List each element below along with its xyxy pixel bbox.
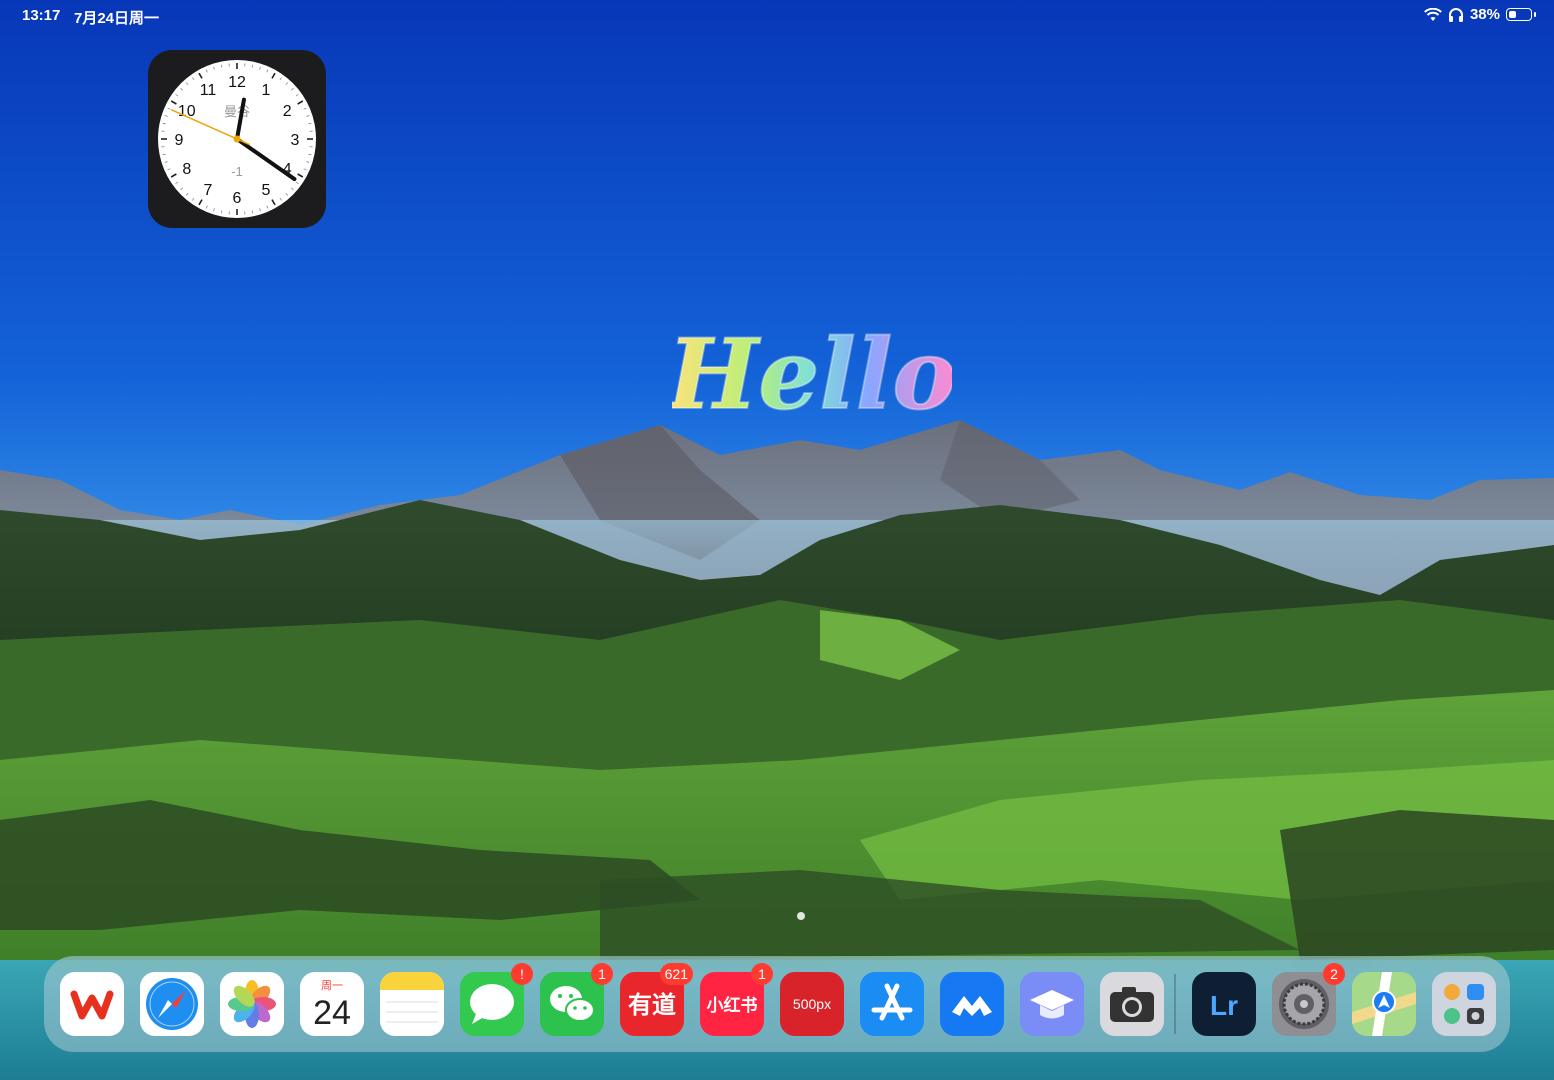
svg-text:500px: 500px (793, 996, 831, 1012)
clock-city: 曼谷 (224, 105, 250, 120)
svg-text:24: 24 (313, 994, 351, 1032)
dock-app-xiaohongshu[interactable]: 小红书 1 (700, 963, 773, 1036)
clock-number: 2 (283, 103, 292, 120)
clock-number: 1 (262, 82, 271, 99)
clock-number: 8 (182, 161, 191, 178)
clock-number: 7 (204, 182, 213, 199)
dock-app-wps[interactable] (60, 972, 124, 1036)
svg-text:周一: 周一 (321, 979, 343, 992)
notes-icon (380, 972, 444, 1036)
dock-app-500px[interactable]: 500px (780, 972, 844, 1036)
page-indicator[interactable] (797, 912, 805, 920)
dock-app-app-store[interactable] (860, 972, 924, 1036)
svg-text:Lr: Lr (1210, 990, 1238, 1021)
notification-badge: ! (511, 963, 533, 985)
dock-app-meeting[interactable] (940, 972, 1004, 1036)
notification-badge: 1 (751, 963, 773, 985)
calendar-icon: 周一 24 (300, 972, 364, 1036)
notification-badge: 621 (659, 963, 693, 985)
app-folder-icon (1432, 972, 1496, 1036)
notification-badge: 1 (591, 963, 613, 985)
status-bar: 13:17 7月24日周一 38% (0, 0, 1554, 32)
camera-icon (1100, 972, 1164, 1036)
clock-number: 6 (233, 190, 242, 207)
clock-number: 5 (262, 182, 271, 199)
clock-number: 12 (228, 74, 246, 91)
clock-face: 12 1234567891011 曼谷 -1 (158, 60, 316, 218)
svg-text:小红书: 小红书 (707, 995, 758, 1016)
dock-app-safari[interactable] (140, 972, 204, 1036)
dock-app-calendar[interactable]: 周一 24 (300, 972, 364, 1036)
lightroom-icon: Lr (1192, 972, 1256, 1036)
dock-app-camera[interactable] (1100, 972, 1164, 1036)
graduation-cap-icon (1020, 972, 1084, 1036)
headphones-icon (1448, 7, 1463, 22)
maps-icon (1352, 972, 1416, 1036)
safari-icon (140, 972, 204, 1036)
clock-offset: -1 (231, 164, 243, 179)
dock: 周一 24 ! 1 有道 621 小红书 1 500px Lr 2 (44, 956, 1510, 1052)
battery-icon (1506, 8, 1532, 21)
meeting-icon (940, 972, 1004, 1036)
dock-app-wechat[interactable]: 1 (540, 963, 613, 1036)
clock-widget[interactable]: 12 1 2 3 4 5 6 7 8 9 10 11 曼谷 -1 (148, 50, 326, 228)
photos-icon (220, 972, 284, 1036)
dock-app-lightroom[interactable]: Lr (1192, 972, 1256, 1036)
clock-number: 11 (200, 82, 217, 99)
dock-app-education[interactable] (1020, 972, 1084, 1036)
500px-icon: 500px (780, 972, 844, 1036)
notification-badge: 2 (1323, 963, 1345, 985)
dock-app-settings[interactable]: 2 (1272, 963, 1345, 1036)
status-time: 13:17 (22, 7, 61, 24)
dock-app-folder[interactable] (1432, 972, 1496, 1036)
clock-number: 3 (291, 132, 300, 149)
hello-artwork: Hello (672, 317, 952, 432)
status-date: 7月24日周一 (74, 10, 160, 27)
dock-app-notes[interactable] (380, 972, 444, 1036)
wifi-icon (1424, 7, 1442, 21)
battery-percent: 38% (1469, 6, 1500, 23)
wps-icon (60, 972, 124, 1036)
dock-app-maps[interactable] (1352, 972, 1416, 1036)
app-store-icon (860, 972, 924, 1036)
dock-app-messages[interactable]: ! (460, 963, 533, 1036)
dock-divider (1174, 974, 1176, 1034)
svg-text:有道: 有道 (628, 991, 676, 1019)
hello-text: Hello (672, 318, 952, 431)
dock-app-photos[interactable] (220, 972, 284, 1036)
clock-number: 9 (175, 132, 184, 149)
status-indicators: 38% (1424, 6, 1536, 23)
dock-app-youdao[interactable]: 有道 621 (620, 963, 693, 1036)
